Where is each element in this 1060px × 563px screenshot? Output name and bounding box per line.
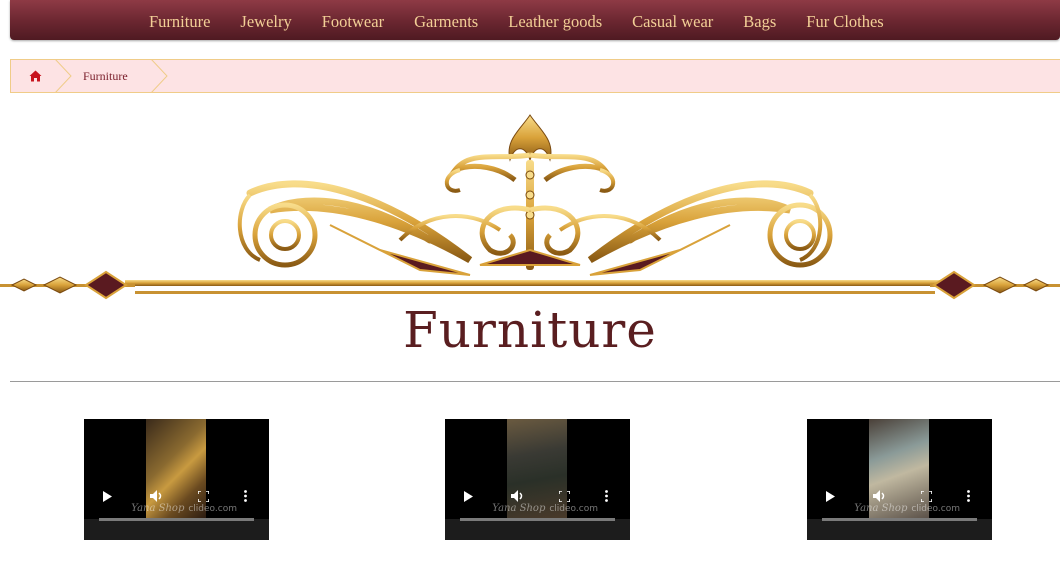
breadcrumb-separator [150,59,168,93]
video-player-3[interactable]: Yana Shop clideo.com [807,419,992,540]
nav-item-leather-goods[interactable]: Leather goods [493,0,617,40]
divider [10,381,1060,382]
nav-item-bags[interactable]: Bags [728,0,791,40]
video-progress-bar[interactable] [822,518,977,521]
main-nav-bar: Furniture Jewelry Footwear Garments Leat… [10,0,1060,40]
video-player-1[interactable]: Yana Shop clideo.com [84,419,269,540]
breadcrumb-home-link[interactable] [11,60,59,92]
main-menu: Furniture Jewelry Footwear Garments Leat… [134,0,899,40]
video-bottom-bar [445,519,630,540]
video-watermark: Yana Shop clideo.com [131,503,237,514]
nav-item-garments[interactable]: Garments [399,0,493,40]
nav-item-casual-wear[interactable]: Casual wear [617,0,728,40]
video-bottom-bar [84,519,269,540]
breadcrumb: Furniture [10,59,1060,93]
nav-item-jewelry[interactable]: Jewelry [225,0,306,40]
video-progress-bar[interactable] [99,518,254,521]
breadcrumb-current[interactable]: Furniture [83,60,128,92]
nav-item-furniture[interactable]: Furniture [134,0,225,40]
home-icon [29,70,41,82]
nav-item-footwear[interactable]: Footwear [307,0,399,40]
nav-item-fur-clothes[interactable]: Fur Clothes [791,0,898,40]
video-watermark: Yana Shop clideo.com [492,503,598,514]
video-player-2[interactable]: Yana Shop clideo.com [445,419,630,540]
video-bottom-bar [807,519,992,540]
video-progress-bar[interactable] [460,518,615,521]
breadcrumb-separator [54,59,72,93]
video-watermark: Yana Shop clideo.com [854,503,960,514]
banner-title: Furniture [403,301,657,359]
